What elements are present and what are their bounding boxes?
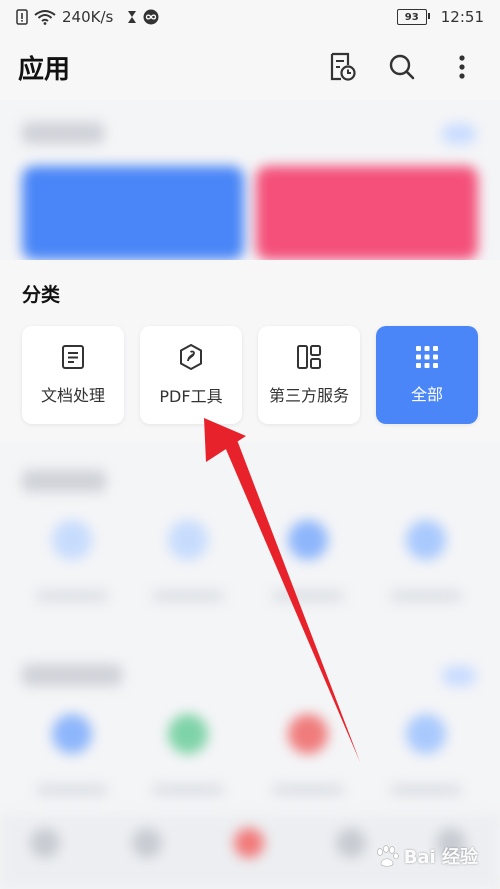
sim-alert-icon — [16, 9, 28, 25]
blurred-app-label — [36, 784, 108, 796]
history-doc-icon — [330, 52, 356, 81]
hourglass-icon — [127, 10, 137, 24]
blurred-app-icon — [168, 714, 208, 754]
grid-icon — [416, 346, 438, 368]
app-header: 应用 — [0, 34, 500, 100]
page-title: 应用 — [18, 54, 71, 85]
status-right: 93 12:51 — [396, 8, 484, 26]
blurred-app-label — [390, 590, 462, 602]
blurred-nav-icon — [132, 828, 162, 858]
search-button[interactable] — [382, 47, 422, 87]
third-party-icon — [297, 345, 321, 369]
category-document-processing[interactable]: 文档处理 — [22, 326, 124, 424]
blurred-app-label — [272, 590, 344, 602]
blurred-nav-icon — [30, 828, 60, 858]
blurred-app-label — [272, 784, 344, 796]
blurred-app-label — [36, 590, 108, 602]
wifi-icon — [34, 9, 56, 25]
infinity-badge-icon — [143, 9, 159, 25]
blurred-app-icon — [288, 520, 328, 560]
status-left: 240K/s — [16, 8, 159, 26]
blurred-app-label — [152, 784, 224, 796]
blurred-app-icon — [406, 520, 446, 560]
blurred-more-pill — [442, 124, 476, 144]
history-button[interactable] — [322, 47, 362, 87]
blurred-banner-blue — [22, 166, 244, 260]
category-title: 分类 — [22, 284, 61, 306]
more-vertical-icon — [459, 55, 465, 79]
network-speed: 240K/s — [62, 8, 114, 26]
category-all[interactable]: 全部 — [376, 326, 478, 424]
blurred-more-pill — [442, 666, 476, 686]
watermark-text: Bai 经验 — [403, 847, 478, 868]
battery-icon: 93 — [396, 9, 430, 25]
blurred-nav-icon — [336, 828, 366, 858]
pdf-tool-icon — [180, 343, 202, 371]
paw-logo-icon — [376, 845, 399, 867]
blurred-section-title — [22, 122, 104, 144]
blurred-app-icon — [168, 520, 208, 560]
category-label: PDF工具 — [159, 387, 223, 406]
blurred-background — [0, 100, 500, 889]
blurred-section-title-2 — [22, 470, 106, 492]
more-button[interactable] — [442, 47, 482, 87]
blurred-banner-pink — [256, 166, 478, 260]
blurred-section-title-3 — [22, 664, 122, 686]
clock: 12:51 — [440, 8, 484, 26]
blurred-app-label — [152, 590, 224, 602]
blurred-app-label — [390, 784, 462, 796]
blurred-nav-icon — [234, 828, 264, 858]
category-pdf-tools[interactable]: PDF工具 — [140, 326, 242, 424]
baidu-watermark: Bai 经验 — [374, 843, 478, 869]
blurred-app-icon — [406, 714, 446, 754]
battery-level: 93 — [404, 11, 419, 23]
document-icon — [62, 345, 84, 369]
blurred-app-icon — [52, 714, 92, 754]
blurred-app-icon — [52, 520, 92, 560]
blurred-app-icon — [288, 714, 328, 754]
status-bar: 240K/s 93 12:51 — [0, 0, 500, 34]
search-icon — [389, 54, 415, 80]
category-label: 第三方服务 — [268, 386, 349, 405]
category-panel: 分类 文档处理 PDF工具 第三方服务 全部 — [0, 260, 500, 442]
category-third-party-services[interactable]: 第三方服务 — [258, 326, 360, 424]
category-label: 文档处理 — [40, 386, 105, 405]
category-label: 全部 — [410, 385, 443, 404]
